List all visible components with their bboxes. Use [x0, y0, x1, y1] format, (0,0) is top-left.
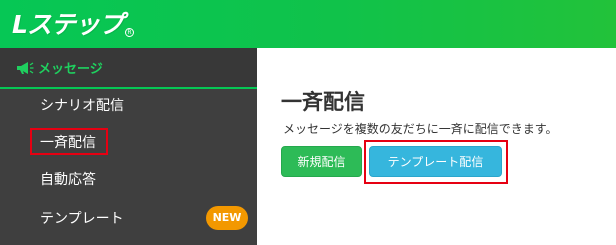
top-header-bar: Lステップ R [0, 0, 616, 48]
sidebar-item-scenario[interactable]: シナリオ配信 [0, 87, 257, 123]
template-broadcast-button[interactable]: テンプレート配信 [369, 146, 502, 177]
sidebar-item-auto-reply[interactable]: 自動応答 [0, 161, 257, 197]
sidebar-section-label: メッセージ [38, 62, 103, 77]
sidebar-item-label: 自動応答 [40, 172, 96, 188]
sidebar-item-label: テンプレート [40, 211, 124, 227]
sidebar-section-message[interactable]: メッセージ [0, 48, 257, 89]
new-badge: NEW [206, 206, 248, 230]
new-broadcast-button[interactable]: 新規配信 [281, 146, 362, 177]
sidebar-item-label: シナリオ配信 [40, 98, 124, 114]
registered-mark: R [124, 28, 134, 37]
highlight-box-broadcast [30, 128, 108, 155]
page-description: メッセージを複数の友だちに一斉に配信できます。 [283, 122, 558, 136]
megaphone-icon [17, 61, 34, 74]
lstep-logo[interactable]: Lステップ R [12, 9, 134, 39]
page-title: 一斉配信 [281, 90, 365, 114]
logo-text: Lステップ [12, 10, 124, 39]
